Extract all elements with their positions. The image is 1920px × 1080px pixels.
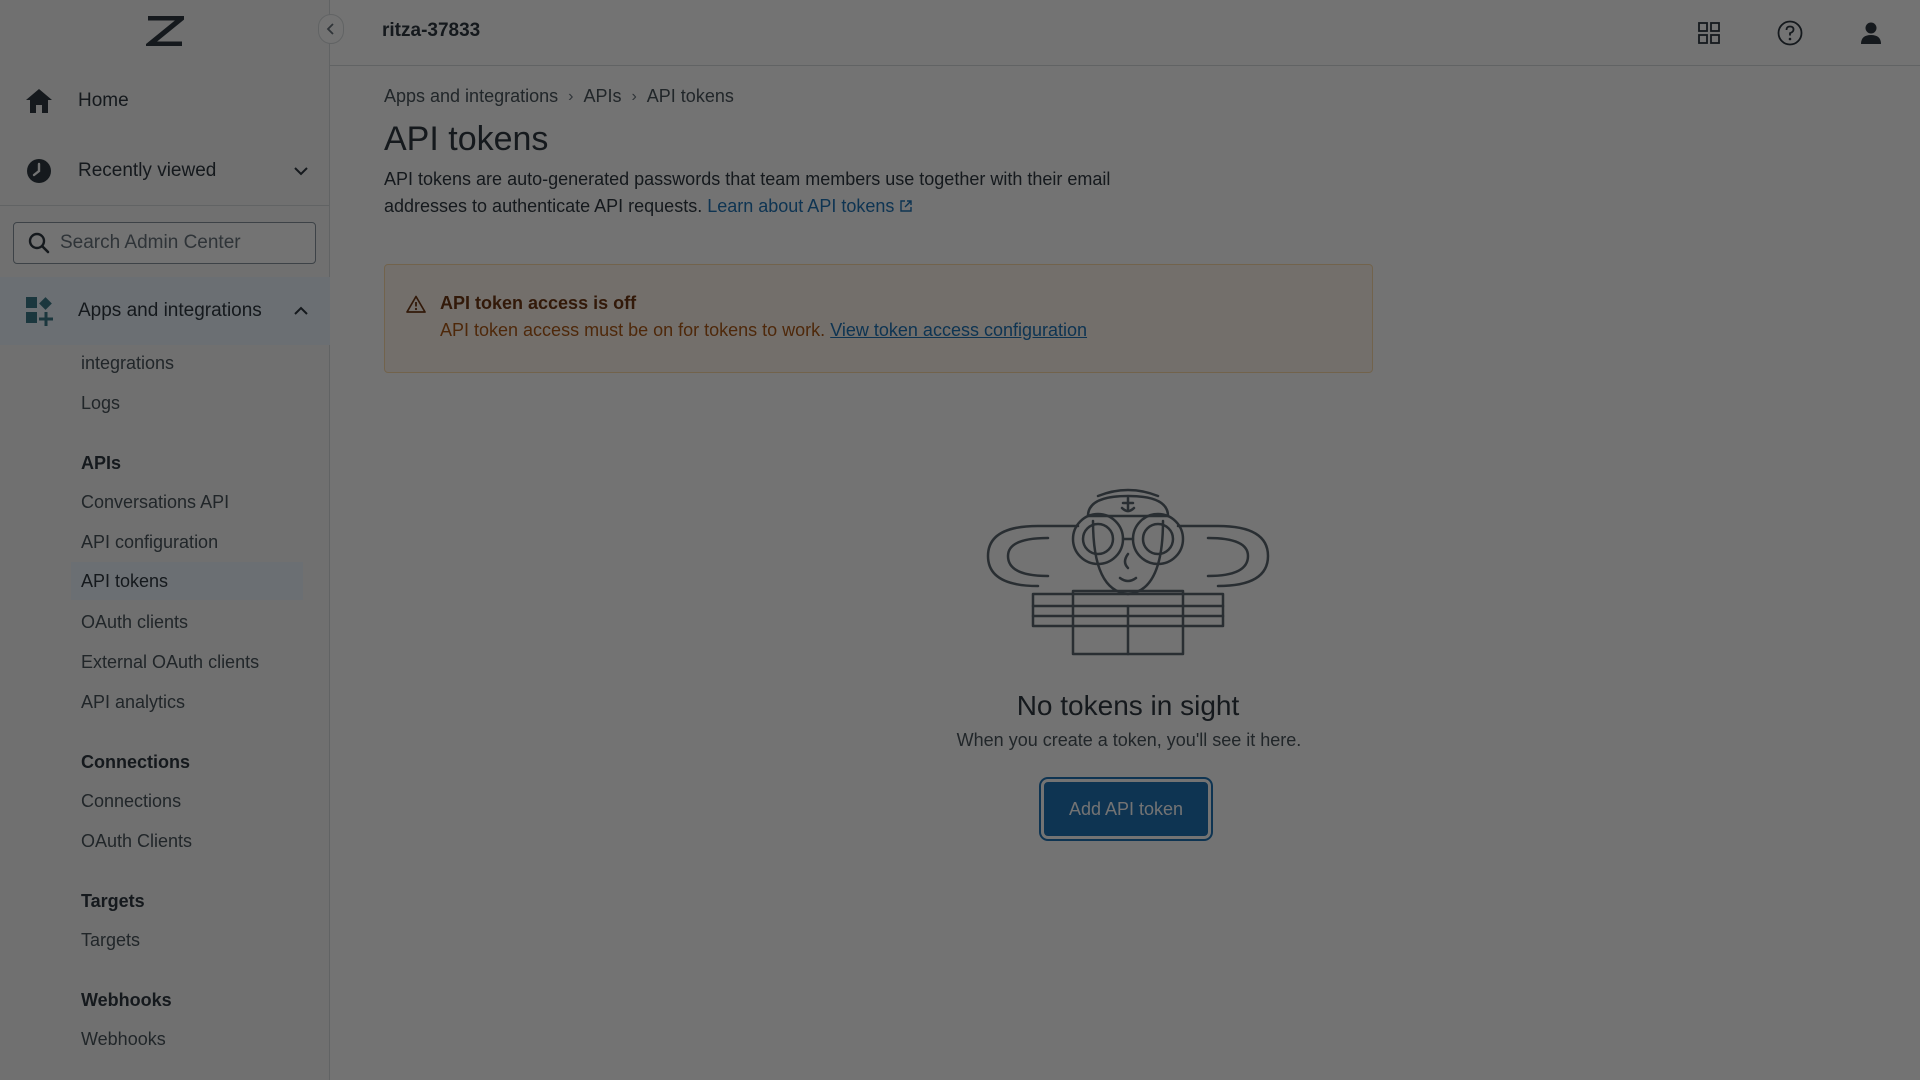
user-profile-icon[interactable] (1855, 17, 1887, 49)
help-icon[interactable] (1774, 17, 1806, 49)
sidebar-section-label: Apps and integrations (78, 300, 262, 321)
warning-icon (406, 295, 426, 313)
breadcrumb-api-tokens: API tokens (646, 86, 734, 106)
notice-title: API token access is off (440, 293, 637, 313)
nav-home[interactable]: Home (0, 66, 330, 136)
sidebar-item-external-oauth-clients[interactable]: External OAuth clients (81, 652, 259, 673)
chevron-left-icon (326, 23, 334, 35)
breadcrumb-apps-and-integrations[interactable]: Apps and integrations (384, 86, 558, 107)
page-description: API tokens are auto-generated passwords … (384, 166, 1144, 220)
binoculars-sailor-illustration (986, 488, 1270, 656)
external-link-icon (900, 200, 913, 212)
empty-state-subtitle: When you create a token, you'll see it h… (956, 730, 1302, 750)
apps-add-icon (26, 297, 53, 326)
chevron-down-icon[interactable] (292, 162, 310, 180)
search-icon (28, 232, 50, 254)
sidebar-heading-apis: APIs (81, 453, 122, 473)
sidebar: Home Recently viewed Apps and integratio… (0, 0, 330, 1080)
breadcrumb-apis[interactable]: APIs (583, 86, 621, 107)
nav-recently-viewed[interactable]: Recently viewed (0, 136, 330, 206)
sidebar-item-api-configuration[interactable]: API configuration (81, 532, 218, 553)
sidebar-item-webhooks[interactable]: Webhooks (81, 1029, 166, 1050)
search-admin-center[interactable] (13, 222, 316, 264)
api-access-warning-notice: API token access is off API token access… (384, 264, 1373, 373)
sidebar-item-api-analytics[interactable]: API analytics (81, 692, 185, 713)
notice-body-text: API token access must be on for tokens t… (440, 320, 826, 340)
collapse-sidebar-button[interactable] (318, 14, 344, 44)
sidebar-heading-webhooks: Webhooks (81, 990, 172, 1010)
zendesk-logo-icon[interactable] (146, 16, 184, 46)
account-name: ritza-37833 (382, 20, 481, 41)
nav-recently-viewed-label: Recently viewed (78, 160, 217, 181)
products-grid-icon[interactable] (1693, 17, 1725, 49)
sidebar-item-oauth-clients[interactable]: OAuth clients (81, 612, 188, 633)
sidebar-item-conversations-api[interactable]: Conversations API (81, 492, 229, 513)
sidebar-item-oauth-clients-2[interactable]: OAuth Clients (81, 831, 192, 852)
clock-icon (24, 156, 54, 186)
search-input[interactable] (60, 232, 300, 254)
notice-body: API token access must be on for tokens t… (440, 320, 1087, 341)
sidebar-heading-targets: Targets (81, 891, 145, 911)
learn-link-label: Learn about API tokens (707, 196, 895, 216)
nav-home-label: Home (78, 90, 129, 111)
sidebar-item-logs[interactable]: Logs (81, 393, 120, 414)
sidebar-section-apps-and-integrations[interactable]: Apps and integrations (0, 277, 330, 345)
top-bar: ritza-37833 (330, 0, 1920, 66)
add-api-token-button[interactable]: Add API token (1041, 779, 1211, 839)
chevron-right-icon: › (568, 87, 574, 105)
sidebar-heading-connections: Connections (81, 752, 191, 772)
chevron-up-icon[interactable] (292, 302, 310, 320)
breadcrumb: Apps and integrations › APIs › API token… (384, 86, 734, 107)
sidebar-item-targets[interactable]: Targets (81, 930, 140, 951)
chevron-right-icon: › (631, 87, 637, 105)
view-token-access-configuration-link[interactable]: View token access configuration (830, 320, 1087, 340)
sidebar-item-api-tokens[interactable]: API tokens (71, 562, 303, 600)
page-title: API tokens (384, 120, 549, 158)
sidebar-item-connections[interactable]: Connections (81, 791, 181, 812)
empty-state-title: No tokens in sight (1016, 690, 1240, 721)
sidebar-divider (0, 205, 330, 206)
sidebar-item-integrations[interactable]: integrations (81, 353, 174, 374)
learn-about-api-tokens-link[interactable]: Learn about API tokens (707, 196, 913, 216)
home-icon (24, 86, 54, 116)
